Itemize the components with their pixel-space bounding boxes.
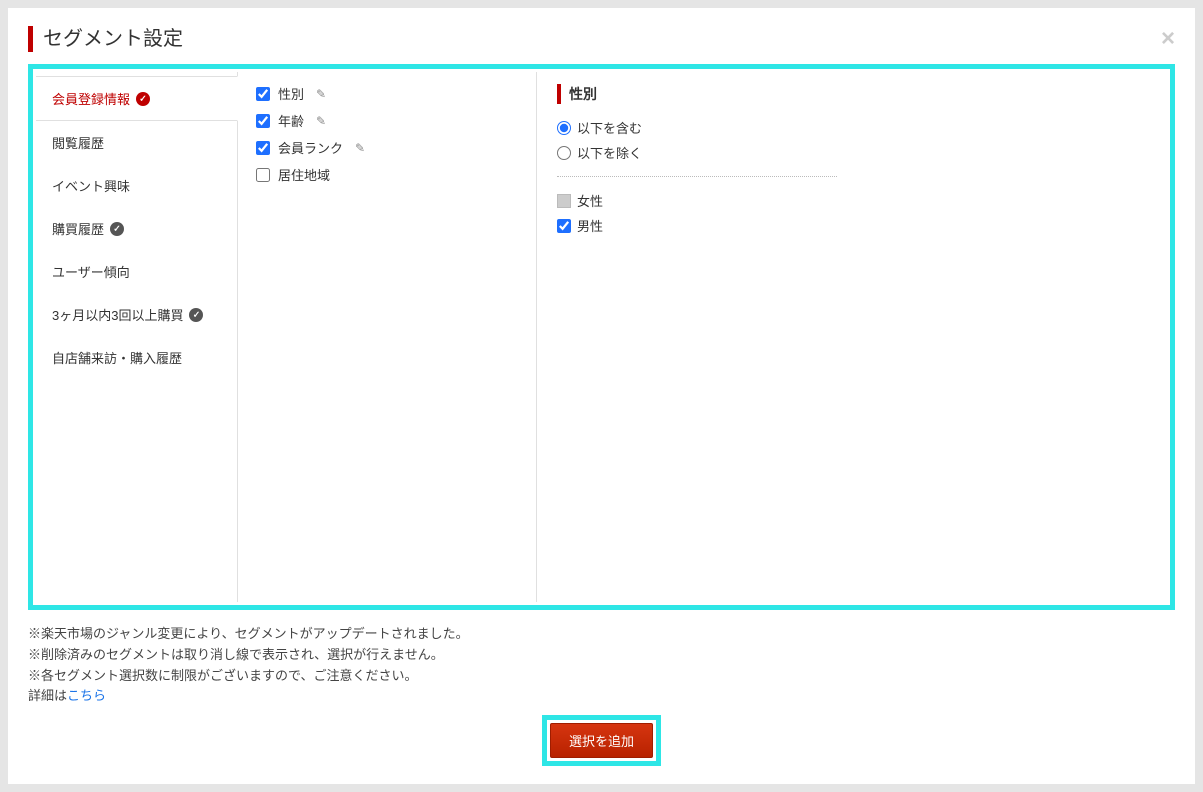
sidebar-item-browse-history[interactable]: 閲覧履歴 bbox=[36, 121, 237, 164]
detail-section-title: 性別 bbox=[557, 84, 1147, 104]
radio-row-exclude: 以下を除く bbox=[557, 143, 1147, 162]
radio-include[interactable] bbox=[557, 121, 571, 135]
attribute-row-age: 年齢 ✎ bbox=[256, 111, 518, 130]
attribute-label: 居住地域 bbox=[278, 165, 330, 184]
note-detail-line: 詳細はこちら bbox=[28, 686, 1175, 707]
note-line: ※楽天市場のジャンル変更により、セグメントがアップデートされました。 bbox=[28, 624, 1175, 645]
notes-section: ※楽天市場のジャンル変更により、セグメントがアップデートされました。 ※削除済み… bbox=[28, 624, 1175, 707]
sidebar-item-store-visit[interactable]: 自店舗来訪・購入履歴 bbox=[36, 336, 237, 379]
attribute-checkbox-region[interactable] bbox=[256, 168, 270, 182]
divider bbox=[557, 176, 837, 177]
attribute-checkbox-age[interactable] bbox=[256, 114, 270, 128]
pencil-icon[interactable]: ✎ bbox=[316, 87, 326, 101]
pencil-icon[interactable]: ✎ bbox=[355, 141, 365, 155]
attribute-label: 年齢 bbox=[278, 111, 304, 130]
detail-panel: 性別 以下を含む 以下を除く 女性 男性 bbox=[537, 72, 1167, 602]
sidebar-item-label: 閲覧履歴 bbox=[52, 133, 104, 152]
checkbox-male[interactable] bbox=[557, 219, 571, 233]
option-label: 男性 bbox=[577, 216, 603, 235]
radio-row-include: 以下を含む bbox=[557, 118, 1147, 137]
note-line: ※削除済みのセグメントは取り消し線で表示され、選択が行えません。 bbox=[28, 645, 1175, 666]
attribute-row-gender: 性別 ✎ bbox=[256, 84, 518, 103]
sidebar-item-label: ユーザー傾向 bbox=[52, 262, 130, 281]
radio-label: 以下を含む bbox=[577, 118, 642, 137]
button-highlight: 選択を追加 bbox=[542, 715, 661, 766]
sidebar-item-user-trend[interactable]: ユーザー傾向 bbox=[36, 250, 237, 293]
sidebar-item-label: 自店舗来訪・購入履歴 bbox=[52, 348, 182, 367]
segment-config-highlight: 会員登録情報 閲覧履歴 イベント興味 購買履歴 ユーザー傾向 3ヶ月以内3回 bbox=[28, 64, 1175, 610]
add-selection-button[interactable]: 選択を追加 bbox=[550, 723, 653, 758]
attribute-label: 会員ランク bbox=[278, 138, 343, 157]
option-row-male: 男性 bbox=[557, 216, 1147, 235]
attribute-checkbox-rank[interactable] bbox=[256, 141, 270, 155]
sidebar-item-label: イベント興味 bbox=[52, 176, 130, 195]
check-badge-icon bbox=[136, 92, 150, 106]
attributes-panel: 性別 ✎ 年齢 ✎ 会員ランク ✎ 居住地域 bbox=[238, 72, 537, 602]
radio-label: 以下を除く bbox=[577, 143, 642, 162]
sidebar-item-event-interest[interactable]: イベント興味 bbox=[36, 164, 237, 207]
note-line: ※各セグメント選択数に制限がございますので、ご注意ください。 bbox=[28, 666, 1175, 687]
sidebar-item-purchase-history[interactable]: 購買履歴 bbox=[36, 207, 237, 250]
sidebar-item-label: 購買履歴 bbox=[52, 219, 104, 238]
modal-header: セグメント設定 × bbox=[28, 26, 1175, 52]
button-row: 選択を追加 bbox=[28, 715, 1175, 766]
check-badge-icon bbox=[110, 222, 124, 236]
sidebar-item-member-info[interactable]: 会員登録情報 bbox=[36, 76, 238, 121]
option-label: 女性 bbox=[577, 191, 603, 210]
radio-exclude[interactable] bbox=[557, 146, 571, 160]
option-row-female: 女性 bbox=[557, 191, 1147, 210]
detail-link[interactable]: こちら bbox=[67, 688, 106, 703]
sidebar-item-label: 3ヶ月以内3回以上購買 bbox=[52, 305, 183, 324]
checkbox-female-disabled bbox=[557, 194, 571, 208]
segment-settings-modal: セグメント設定 × 会員登録情報 閲覧履歴 イベント興味 購買履歴 bbox=[8, 8, 1195, 784]
sidebar-item-3month-purchase[interactable]: 3ヶ月以内3回以上購買 bbox=[36, 293, 237, 336]
attribute-row-region: 居住地域 bbox=[256, 165, 518, 184]
check-badge-icon bbox=[189, 308, 203, 322]
panels-container: 会員登録情報 閲覧履歴 イベント興味 購買履歴 ユーザー傾向 3ヶ月以内3回 bbox=[36, 72, 1167, 602]
sidebar-item-label: 会員登録情報 bbox=[52, 89, 130, 108]
attribute-label: 性別 bbox=[278, 84, 304, 103]
pencil-icon[interactable]: ✎ bbox=[316, 114, 326, 128]
attribute-row-rank: 会員ランク ✎ bbox=[256, 138, 518, 157]
detail-prefix: 詳細は bbox=[28, 688, 67, 703]
attribute-checkbox-gender[interactable] bbox=[256, 87, 270, 101]
close-icon[interactable]: × bbox=[1161, 27, 1175, 51]
modal-title: セグメント設定 bbox=[28, 26, 183, 52]
sidebar: 会員登録情報 閲覧履歴 イベント興味 購買履歴 ユーザー傾向 3ヶ月以内3回 bbox=[36, 72, 238, 602]
